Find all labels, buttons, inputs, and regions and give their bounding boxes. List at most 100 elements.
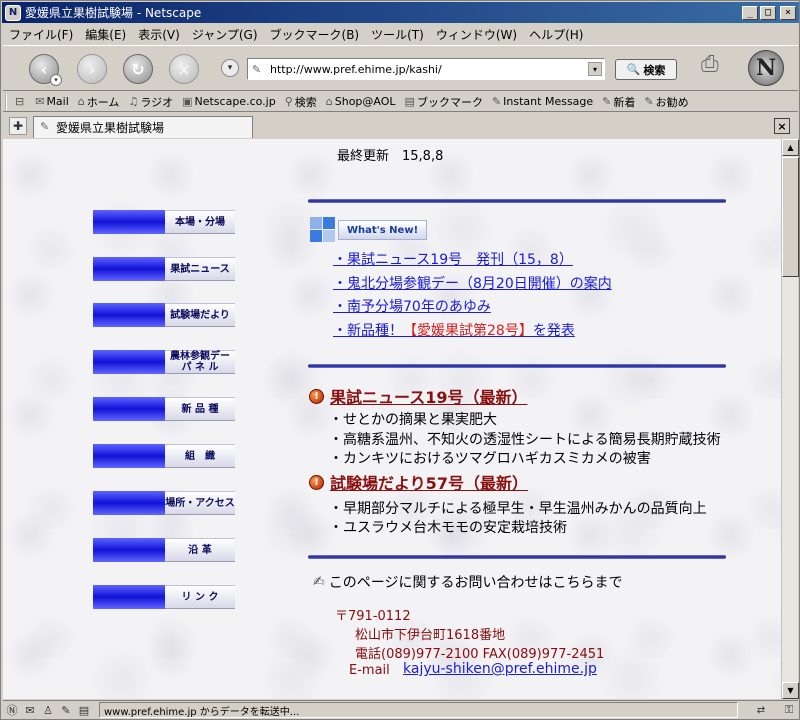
scroll-down-icon[interactable]: ▼ [782, 682, 799, 699]
whats-new-label: What's New! [338, 220, 428, 240]
nav-button-panel[interactable]: 農林参観デー パ ネ ル [93, 350, 235, 374]
link-icon: ✎ [644, 95, 654, 108]
nav-button-new-variety[interactable]: 新 品 種 [93, 397, 235, 421]
search-button[interactable]: 🔍 検索 [615, 59, 677, 80]
url-dropdown-icon[interactable]: ▾ [588, 62, 602, 76]
mail-status-icon[interactable]: ✉ [21, 704, 39, 717]
back-button[interactable]: ‹ ▾ [29, 54, 62, 86]
pen-icon: ✍ [313, 574, 325, 590]
menu-file[interactable]: ファイル(F) [3, 26, 79, 43]
vertical-scrollbar[interactable]: ▲ ▼ [781, 139, 799, 699]
reload-icon: ↻ [131, 59, 145, 79]
composer-status-icon[interactable]: ✎ [57, 704, 75, 717]
shop-icon: ⌂ [325, 95, 333, 108]
nav-button-news[interactable]: 果試ニュース [93, 257, 235, 281]
netscape-app-icon: N [5, 4, 21, 21]
scroll-up-icon[interactable]: ▲ [782, 139, 799, 156]
section-news-heading[interactable]: ! 果試ニュース19号（最新） [309, 384, 527, 408]
personal-item-netscape[interactable]: ▣ Netscape.co.jp [182, 95, 276, 108]
scroll-thumb[interactable] [782, 157, 799, 277]
nav-button-history[interactable]: 沿 革 [93, 538, 235, 562]
personal-item-home[interactable]: ⌂ ホーム [78, 94, 120, 110]
personal-item-search[interactable]: ⚲ 検索 [285, 94, 317, 110]
news-link-4[interactable]: ・新品種！【愛媛果試第28号】を発表 [333, 320, 575, 340]
menu-bookmarks[interactable]: ブックマーク(B) [264, 26, 366, 43]
section-dayori-heading[interactable]: ! 試験場だより57号（最新） [309, 470, 528, 494]
whats-new-squares-icon [310, 217, 336, 243]
personal-item-recommend[interactable]: ✎ お勧め [644, 94, 688, 110]
stop-icon: × [177, 59, 191, 79]
back-dropdown-icon[interactable]: ▾ [50, 74, 62, 86]
phone-fax: 電話(089)977-2100 FAX(089)977-2451 [355, 647, 605, 662]
tab-bar: ✚ ✎ 愛媛県立果樹試験場 × [3, 114, 798, 138]
nav-button-links[interactable]: リ ン ク [93, 585, 235, 609]
whats-new-header: What's New! [310, 217, 428, 243]
url-history-icon[interactable]: ▾ [221, 59, 239, 77]
status-bar: Ⓝ ✉ ♙ ✎ ▤ www.pref.ehime.jp からデータを転送中...… [3, 700, 798, 719]
news-item: ・高糖系温州、不知火の透湿性シートによる簡易長期貯蔵技術 [329, 432, 721, 448]
reload-button[interactable]: ↻ [123, 54, 153, 84]
menu-edit[interactable]: 編集(E) [79, 26, 132, 43]
menu-tools[interactable]: ツール(T) [365, 26, 430, 43]
personal-item-bookmarks[interactable]: ▤ ブックマーク [405, 94, 483, 110]
toolbar-home-tab-icon[interactable]: ⊟ [15, 95, 26, 108]
personal-item-mail[interactable]: ✉ Mail [35, 95, 69, 108]
menu-window[interactable]: ウィンドウ(W) [430, 26, 523, 43]
my-netscape-icon: ▣ [182, 95, 193, 108]
magnifier-icon: ⚲ [284, 95, 293, 108]
page-icon: ✎ [40, 120, 50, 133]
nav-button-organization[interactable]: 組 織 [93, 444, 235, 468]
menu-bar: ファイル(F) 編集(E) 表示(V) ジャンプ(G) ブックマーク(B) ツー… [3, 24, 798, 44]
postal-code: 〒791-0112 [335, 609, 411, 624]
page-proxy-icon[interactable]: ✎ [252, 63, 261, 76]
personal-item-shop[interactable]: ⌂ Shop@AOL [326, 95, 396, 108]
exclamation-icon: ! [309, 388, 324, 404]
addressbook-status-icon[interactable]: ▤ [75, 704, 93, 717]
headphones-icon: ♫ [128, 95, 139, 108]
stop-button[interactable]: × [169, 54, 199, 84]
news-link-3[interactable]: ・南予分場70年のあゆみ [333, 296, 491, 316]
personal-toolbar: ⊟ ✉ Mail ⌂ ホーム ♫ ラジオ ▣ Netscape.co.jp ⚲ 検索 ⌂ S… [3, 92, 798, 112]
netscape-status-icon[interactable]: Ⓝ [3, 702, 21, 718]
mail-icon: ✉ [35, 95, 45, 108]
tab-active[interactable]: ✎ 愛媛県立果樹試験場 [33, 116, 253, 138]
link-icon: ✎ [491, 95, 502, 108]
url-field[interactable]: ✎ http://www.pref.ehime.jp/kashi/ ▾ [247, 58, 605, 80]
personal-item-radio[interactable]: ♫ ラジオ [128, 94, 173, 110]
dayori-item: ・ユスラウメ台木モモの安定栽培技術 [329, 520, 567, 536]
home-icon: ⌂ [77, 95, 85, 108]
tab-title: 愛媛県立果樹試験場 [56, 121, 165, 135]
print-icon[interactable]: ⎙ [701, 52, 731, 80]
nav-button-access[interactable]: 場所・アクセス [93, 491, 235, 515]
news-item: ・せとかの摘果と果実肥大 [329, 412, 497, 428]
nav-button-dayori[interactable]: 試験場だより [93, 303, 235, 327]
connection-status-icon: ⇄ [756, 704, 766, 716]
search-icon: 🔍 [626, 63, 641, 76]
close-tab-button[interactable]: × [774, 118, 790, 134]
news-link-2[interactable]: ・鬼北分場参観デー（8月20日開催）の案内 [333, 273, 612, 293]
bookmark-folder-icon: ▤ [404, 95, 415, 108]
forward-button[interactable]: › [77, 54, 107, 84]
menu-help[interactable]: ヘルプ(H) [523, 26, 589, 43]
menu-view[interactable]: 表示(V) [132, 26, 186, 43]
exclamation-icon: ! [309, 474, 324, 490]
security-lock-icon[interactable]: ⚿ [780, 703, 798, 717]
personal-item-instant-message[interactable]: ✎ Instant Message [492, 95, 593, 108]
personal-item-new[interactable]: ✎ 新着 [602, 94, 635, 110]
email-link[interactable]: kajyu-shiken@pref.ehime.jp [403, 661, 597, 677]
toolbar-grip[interactable] [5, 93, 11, 110]
maximize-button[interactable]: □ [760, 5, 776, 20]
back-arrow-icon: ‹ [40, 59, 48, 79]
new-tab-icon[interactable]: ✚ [9, 117, 27, 135]
news-item: ・カンキツにおけるツマグロハギカスミカメの被害 [329, 451, 651, 467]
close-window-button[interactable]: × [780, 5, 796, 20]
netscape-throbber-icon[interactable]: N [748, 50, 784, 86]
menu-go[interactable]: ジャンプ(G) [186, 26, 264, 43]
nav-button-honjo[interactable]: 本場・分場 [93, 210, 235, 234]
minimize-button[interactable]: _ [742, 5, 758, 20]
url-text: http://www.pref.ehime.jp/kashi/ [270, 62, 442, 76]
news-link-1[interactable]: ・果試ニュース19号 発刊（15，8） [333, 249, 573, 269]
aim-status-icon[interactable]: ♙ [39, 704, 57, 717]
status-text: www.pref.ehime.jp からデータを転送中... [99, 702, 738, 718]
window-title: 愛媛県立果樹試験場 - Netscape [25, 6, 202, 20]
